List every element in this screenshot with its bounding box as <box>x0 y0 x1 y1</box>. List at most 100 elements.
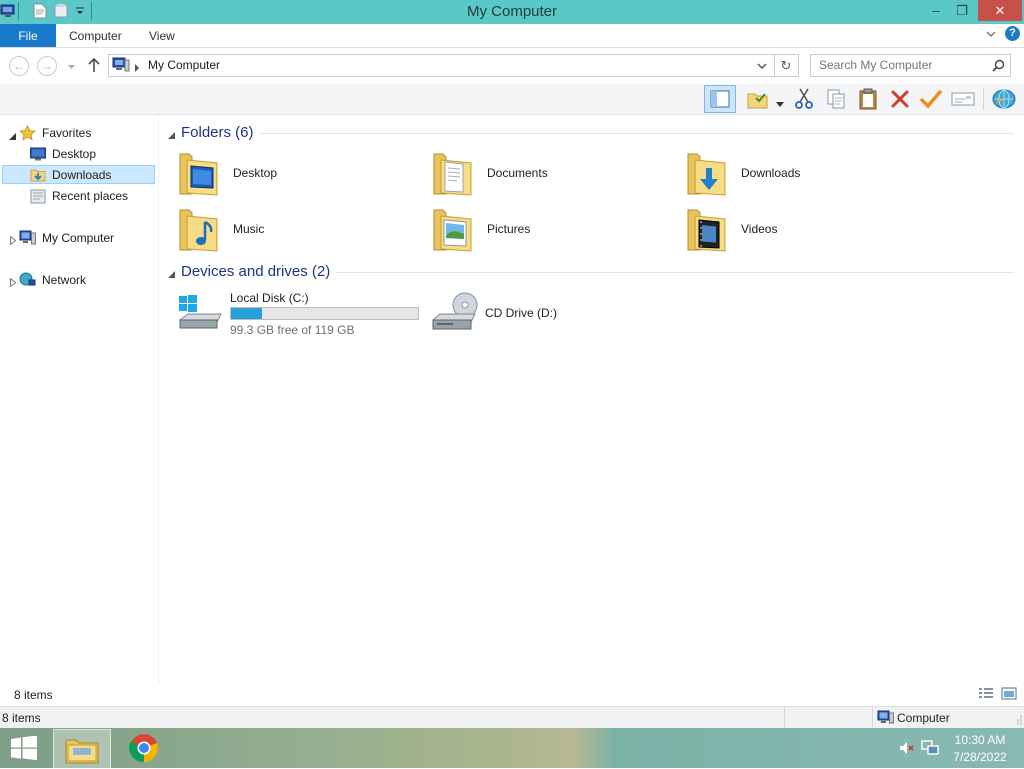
select-dropdown-icon[interactable] <box>776 97 784 111</box>
command-toolbar <box>0 84 1024 115</box>
preview-pane-button[interactable] <box>704 85 736 113</box>
folder-tile-documents[interactable]: Documents <box>431 147 671 199</box>
collapsed-arrow-icon[interactable] <box>10 276 17 290</box>
breadcrumb-location[interactable]: My Computer <box>148 58 220 72</box>
nav-network-label: Network <box>42 273 87 287</box>
downloads-icon <box>30 169 46 181</box>
desktop-icon <box>30 147 46 161</box>
tab-computer[interactable]: Computer <box>69 29 122 43</box>
help-icon[interactable]: ? <box>1005 26 1020 41</box>
group-divider <box>259 133 1014 134</box>
group-collapse-icon[interactable] <box>168 267 175 281</box>
nav-favorites-label: Favorites <box>42 126 92 140</box>
chrome-icon <box>129 734 158 763</box>
network-icon <box>19 272 36 286</box>
breadcrumb-chevron-icon[interactable] <box>134 61 140 75</box>
paste-button[interactable] <box>855 87 881 111</box>
nav-item-downloads[interactable]: Downloads <box>2 165 155 184</box>
navigation-bar: ← → My Computer ↻ <box>0 48 1024 84</box>
devices-group-header[interactable]: Devices and drives (2) <box>181 263 330 280</box>
recent-locations-icon[interactable] <box>67 60 76 74</box>
restore-button[interactable]: ❐ <box>951 0 973 21</box>
folders-group-header[interactable]: Folders (6) <box>181 124 254 141</box>
cd-drive-icon <box>432 292 478 330</box>
toolbar-separator <box>983 88 984 110</box>
nav-my-computer[interactable]: My Computer <box>19 228 114 248</box>
search-icon[interactable] <box>992 59 1005 75</box>
nav-item-recent-places[interactable]: Recent places <box>30 186 128 206</box>
drive-label: CD Drive (D:) <box>485 306 557 320</box>
tab-view[interactable]: View <box>149 29 175 43</box>
folder-tile-downloads[interactable]: Downloads <box>685 147 925 199</box>
item-count: 8 items <box>14 688 53 702</box>
nav-favorites[interactable]: Favorites <box>19 123 91 143</box>
delete-button[interactable] <box>887 87 913 111</box>
pictures-folder-icon <box>433 209 472 252</box>
back-button[interactable]: ← <box>9 56 29 76</box>
folder-label: Pictures <box>487 222 531 236</box>
drive-tile-local-disk[interactable]: Local Disk (C:) 99.3 GB free of 119 GB <box>177 287 427 337</box>
nav-item-desktop[interactable]: Desktop <box>30 144 96 164</box>
network-tray-icon[interactable] <box>921 740 939 759</box>
large-icons-view-icon[interactable] <box>1001 687 1017 704</box>
taskbar-chrome[interactable] <box>128 732 160 767</box>
cut-button[interactable] <box>791 87 817 111</box>
expand-ribbon-icon[interactable] <box>986 28 996 43</box>
folder-tile-desktop[interactable]: Desktop <box>177 147 417 199</box>
clock-date[interactable]: 7/28/2022 <box>948 750 1012 764</box>
collapsed-arrow-icon[interactable] <box>10 234 17 248</box>
folder-tile-pictures[interactable]: Pictures <box>431 203 671 255</box>
bottom-location: Computer <box>897 711 950 725</box>
folder-label: Music <box>233 222 265 236</box>
windows-logo-icon <box>11 735 37 761</box>
computer-icon <box>19 230 36 245</box>
folder-tile-videos[interactable]: Videos <box>685 203 925 255</box>
copy-button[interactable] <box>823 87 849 111</box>
network-globe-button[interactable] <box>991 87 1017 111</box>
forward-button[interactable]: → <box>37 56 57 76</box>
devices-group-title: Devices and drives (2) <box>181 263 331 280</box>
volume-muted-icon[interactable] <box>899 741 915 758</box>
folder-tile-music[interactable]: Music <box>177 203 417 255</box>
minimize-button[interactable]: – <box>925 0 947 21</box>
taskbar-file-explorer[interactable] <box>53 729 111 769</box>
bottom-item-count: 8 items <box>2 711 41 725</box>
ribbon-tabs: File Computer View ? <box>0 24 1024 48</box>
close-button[interactable]: ✕ <box>978 0 1022 21</box>
drive-usage-fill <box>231 308 263 319</box>
rename-button[interactable] <box>918 87 944 111</box>
up-button[interactable] <box>87 57 101 76</box>
title-bar: My Computer – ❐ ✕ <box>0 0 1024 24</box>
search-input[interactable] <box>811 55 989 74</box>
desktop-folder-icon <box>179 153 218 196</box>
folder-label: Downloads <box>741 166 801 180</box>
clock-time[interactable]: 10:30 AM <box>948 733 1012 747</box>
resize-grip-icon[interactable] <box>1014 714 1022 729</box>
status-divider <box>872 707 873 729</box>
window-title: My Computer <box>466 3 558 20</box>
nav-item-label: Downloads <box>52 167 112 182</box>
group-collapse-icon[interactable] <box>168 128 175 142</box>
group-divider <box>335 272 1014 273</box>
navigation-pane: Favorites Desktop Downloads Recent place… <box>0 115 159 685</box>
drive-tile-cd-drive[interactable]: CD Drive (D:) <box>431 290 671 336</box>
drive-free-space: 99.3 GB free of 119 GB <box>230 323 355 337</box>
details-view-icon[interactable] <box>978 687 994 704</box>
start-button[interactable] <box>10 735 38 763</box>
nav-network[interactable]: Network <box>19 270 86 290</box>
star-icon <box>19 125 36 141</box>
select-folder-button[interactable] <box>745 87 771 111</box>
expanded-arrow-icon[interactable] <box>9 129 16 143</box>
nav-item-label: Recent places <box>52 189 129 203</box>
tab-file[interactable]: File <box>0 24 56 47</box>
address-dropdown-icon[interactable] <box>757 60 767 74</box>
folder-label: Documents <box>487 166 548 180</box>
recent-places-icon <box>30 189 46 203</box>
properties-button[interactable] <box>950 87 976 111</box>
address-bar[interactable]: My Computer <box>108 54 775 77</box>
computer-icon <box>877 710 894 728</box>
refresh-button[interactable]: ↻ <box>774 54 799 77</box>
drive-usage-bar <box>230 307 419 320</box>
computer-icon <box>112 57 130 76</box>
window-status-bar: 8 items Computer <box>0 706 1024 729</box>
